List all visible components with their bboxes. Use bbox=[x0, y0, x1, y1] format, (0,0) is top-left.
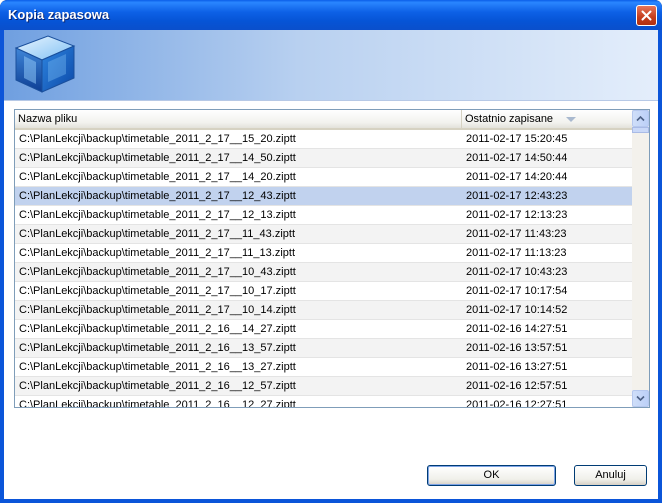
column-header-last-saved[interactable]: Ostatnio zapisane bbox=[462, 110, 632, 128]
backup-file-grid: Nazwa pliku Ostatnio zapisane C:\PlanLek… bbox=[14, 109, 650, 408]
last-saved-cell: 2011-02-16 13:27:51 bbox=[466, 361, 568, 373]
sort-descending-icon bbox=[566, 117, 576, 122]
last-saved-cell: 2011-02-17 14:50:44 bbox=[466, 152, 568, 164]
file-name-cell: C:\PlanLekcji\backup\timetable_2011_2_16… bbox=[19, 323, 296, 335]
table-row[interactable]: C:\PlanLekcji\backup\timetable_2011_2_16… bbox=[15, 320, 632, 339]
table-row[interactable]: C:\PlanLekcji\backup\timetable_2011_2_17… bbox=[15, 282, 632, 301]
last-saved-cell: 2011-02-17 14:20:44 bbox=[466, 171, 568, 183]
column-header-file-name[interactable]: Nazwa pliku bbox=[15, 110, 462, 128]
last-saved-cell: 2011-02-17 10:43:23 bbox=[466, 266, 568, 278]
last-saved-cell: 2011-02-17 10:17:54 bbox=[466, 285, 568, 297]
scroll-up-button[interactable] bbox=[632, 110, 649, 127]
file-name-cell: C:\PlanLekcji\backup\timetable_2011_2_16… bbox=[19, 399, 296, 407]
table-row[interactable]: C:\PlanLekcji\backup\timetable_2011_2_17… bbox=[15, 149, 632, 168]
last-saved-cell: 2011-02-16 13:57:51 bbox=[466, 342, 568, 354]
file-name-cell: C:\PlanLekcji\backup\timetable_2011_2_17… bbox=[19, 209, 296, 221]
grid-rows: C:\PlanLekcji\backup\timetable_2011_2_17… bbox=[15, 130, 632, 407]
file-name-cell: C:\PlanLekcji\backup\timetable_2011_2_16… bbox=[19, 380, 296, 392]
window-title: Kopia zapasowa bbox=[8, 7, 110, 22]
file-name-cell: C:\PlanLekcji\backup\timetable_2011_2_16… bbox=[19, 361, 296, 373]
last-saved-cell: 2011-02-16 12:27:51 bbox=[466, 399, 568, 407]
file-name-cell: C:\PlanLekcji\backup\timetable_2011_2_17… bbox=[19, 133, 296, 145]
table-row[interactable]: C:\PlanLekcji\backup\timetable_2011_2_17… bbox=[15, 187, 632, 206]
file-name-cell: C:\PlanLekcji\backup\timetable_2011_2_17… bbox=[19, 247, 296, 259]
header-banner bbox=[4, 30, 658, 100]
file-name-cell: C:\PlanLekcji\backup\timetable_2011_2_17… bbox=[19, 304, 296, 316]
table-row[interactable]: C:\PlanLekcji\backup\timetable_2011_2_17… bbox=[15, 206, 632, 225]
title-bar[interactable]: Kopia zapasowa bbox=[0, 0, 662, 30]
table-row[interactable]: C:\PlanLekcji\backup\timetable_2011_2_17… bbox=[15, 263, 632, 282]
scroll-thumb[interactable] bbox=[632, 127, 649, 133]
file-name-cell: C:\PlanLekcji\backup\timetable_2011_2_16… bbox=[19, 342, 296, 354]
table-row[interactable]: C:\PlanLekcji\backup\timetable_2011_2_17… bbox=[15, 244, 632, 263]
file-name-cell: C:\PlanLekcji\backup\timetable_2011_2_17… bbox=[19, 266, 296, 278]
ok-button[interactable]: OK bbox=[427, 465, 556, 486]
file-name-cell: C:\PlanLekcji\backup\timetable_2011_2_17… bbox=[19, 152, 296, 164]
last-saved-cell: 2011-02-17 15:20:45 bbox=[466, 133, 568, 145]
backup-dialog: Kopia zapasowa Nazwa pliku Ostatnio zapi… bbox=[0, 0, 662, 503]
table-row[interactable]: C:\PlanLekcji\backup\timetable_2011_2_16… bbox=[15, 377, 632, 396]
file-name-cell: C:\PlanLekcji\backup\timetable_2011_2_17… bbox=[19, 171, 296, 183]
vertical-scrollbar[interactable] bbox=[632, 110, 649, 407]
last-saved-cell: 2011-02-17 12:13:23 bbox=[466, 209, 568, 221]
table-row[interactable]: C:\PlanLekcji\backup\timetable_2011_2_17… bbox=[15, 301, 632, 320]
table-row[interactable]: C:\PlanLekcji\backup\timetable_2011_2_16… bbox=[15, 339, 632, 358]
last-saved-cell: 2011-02-17 10:14:52 bbox=[466, 304, 568, 316]
table-row[interactable]: C:\PlanLekcji\backup\timetable_2011_2_16… bbox=[15, 358, 632, 377]
window-frame-bottom bbox=[0, 499, 662, 503]
last-saved-cell: 2011-02-16 14:27:51 bbox=[466, 323, 568, 335]
column-header-label: Ostatnio zapisane bbox=[465, 113, 554, 125]
last-saved-cell: 2011-02-17 11:13:23 bbox=[466, 247, 567, 259]
close-button[interactable] bbox=[636, 5, 657, 26]
window-frame-right bbox=[658, 30, 662, 503]
file-name-cell: C:\PlanLekcji\backup\timetable_2011_2_17… bbox=[19, 228, 296, 240]
table-row[interactable]: C:\PlanLekcji\backup\timetable_2011_2_17… bbox=[15, 130, 632, 149]
last-saved-cell: 2011-02-17 12:43:23 bbox=[466, 190, 568, 202]
dialog-body: Nazwa pliku Ostatnio zapisane C:\PlanLek… bbox=[4, 30, 658, 499]
cancel-button[interactable]: Anuluj bbox=[574, 465, 647, 486]
file-name-cell: C:\PlanLekcji\backup\timetable_2011_2_17… bbox=[19, 285, 296, 297]
grid-header: Nazwa pliku Ostatnio zapisane bbox=[15, 110, 632, 130]
last-saved-cell: 2011-02-17 11:43:23 bbox=[466, 228, 567, 240]
last-saved-cell: 2011-02-16 12:57:51 bbox=[466, 380, 568, 392]
file-name-cell: C:\PlanLekcji\backup\timetable_2011_2_17… bbox=[19, 190, 296, 202]
table-row[interactable]: C:\PlanLekcji\backup\timetable_2011_2_17… bbox=[15, 168, 632, 187]
table-row[interactable]: C:\PlanLekcji\backup\timetable_2011_2_17… bbox=[15, 225, 632, 244]
banner-divider bbox=[4, 100, 658, 101]
table-row[interactable]: C:\PlanLekcji\backup\timetable_2011_2_16… bbox=[15, 396, 632, 407]
scroll-down-button[interactable] bbox=[632, 390, 649, 407]
backup-cube-icon bbox=[12, 32, 78, 99]
